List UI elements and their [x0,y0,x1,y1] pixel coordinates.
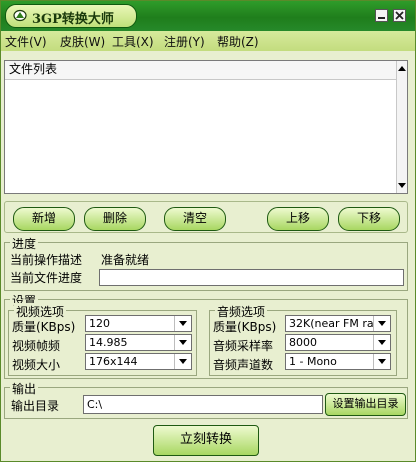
chevron-down-icon[interactable] [373,316,390,331]
close-icon [395,11,404,20]
scroll-down-icon[interactable] [398,183,406,188]
video-quality-label: 质量(KBps) [12,320,76,334]
file-progress-label: 当前文件进度 [10,271,83,285]
minimize-icon [378,17,385,19]
app-window: 3GP转换大师 文件(V) 皮肤(W) 工具(X) 注册(Y) 帮助(Z) 文件… [0,0,416,462]
chevron-down-icon[interactable] [174,335,191,350]
menu-bar: 文件(V) 皮肤(W) 工具(X) 注册(Y) 帮助(Z) [1,31,415,51]
app-logo-icon [13,9,27,22]
output-dir-input[interactable]: C:\ [83,395,323,414]
file-list-header[interactable]: 文件列表 [5,61,407,80]
output-dir-label: 输出目录 [11,399,60,413]
progress-title: 进度 [10,235,39,252]
clear-button[interactable]: 清空 [164,207,226,231]
move-down-button[interactable]: 下移 [338,207,400,231]
audio-rate-value: 8000 [289,336,317,349]
video-options-group: 视频选项 质量(KBps) 120 视频帧频 14.985 视频大小 176x1… [8,303,197,376]
app-title-badge: 3GP转换大师 [5,4,137,28]
delete-button[interactable]: 删除 [84,207,146,231]
file-list-scrollbar[interactable] [396,61,407,193]
video-fps-label: 视频帧频 [12,339,61,353]
current-op-value: 准备就绪 [101,253,150,267]
video-quality-select[interactable]: 120 [85,315,192,332]
audio-rate-label: 音频采样率 [213,339,274,353]
audio-channels-value: 1 - Mono [289,355,337,368]
chevron-down-icon[interactable] [174,354,191,369]
chevron-down-icon[interactable] [373,354,390,369]
audio-quality-value: 32K(near FM radi [289,317,384,330]
video-fps-value: 14.985 [89,336,128,349]
output-group: 输出 输出目录 C:\ 设置输出目录 [4,380,408,419]
scroll-up-icon[interactable] [398,66,406,71]
chevron-down-icon[interactable] [174,316,191,331]
convert-button[interactable]: 立刻转换 [153,425,259,456]
video-size-value: 176x144 [89,355,138,368]
chevron-down-icon[interactable] [373,335,390,350]
current-op-label: 当前操作描述 [10,253,83,267]
video-fps-select[interactable]: 14.985 [85,334,192,351]
move-up-button[interactable]: 上移 [267,207,329,231]
menu-tools[interactable]: 工具(X) [112,33,154,50]
audio-channels-select[interactable]: 1 - Mono [285,353,391,370]
app-title: 3GP转换大师 [32,12,114,27]
settings-group: 设置 视频选项 质量(KBps) 120 视频帧频 14.985 视频大小 17… [4,292,408,379]
progress-group: 进度 当前操作描述 准备就绪 当前文件进度 [4,235,408,291]
audio-quality-label: 质量(KBps) [213,320,277,334]
title-bar[interactable]: 3GP转换大师 [1,1,415,31]
video-quality-value: 120 [89,317,110,330]
audio-rate-select[interactable]: 8000 [285,334,391,351]
close-button[interactable] [393,9,406,22]
audio-quality-select[interactable]: 32K(near FM radi [285,315,391,332]
minimize-button[interactable] [375,9,388,22]
add-button[interactable]: 新增 [13,207,75,231]
menu-file[interactable]: 文件(V) [5,33,47,50]
video-size-select[interactable]: 176x144 [85,353,192,370]
set-output-dir-button[interactable]: 设置输出目录 [325,393,406,416]
file-actions-bar: 新增 删除 清空 上移 下移 [4,201,408,233]
audio-channels-label: 音频声道数 [213,358,274,372]
video-size-label: 视频大小 [12,358,61,372]
output-title: 输出 [10,380,39,397]
file-list[interactable]: 文件列表 [4,60,408,194]
file-progress-bar [99,269,404,286]
menu-skin[interactable]: 皮肤(W) [60,33,105,50]
audio-options-group: 音频选项 质量(KBps) 32K(near FM radi 音频采样率 800… [209,303,397,376]
menu-register[interactable]: 注册(Y) [164,33,205,50]
menu-help[interactable]: 帮助(Z) [217,33,259,50]
